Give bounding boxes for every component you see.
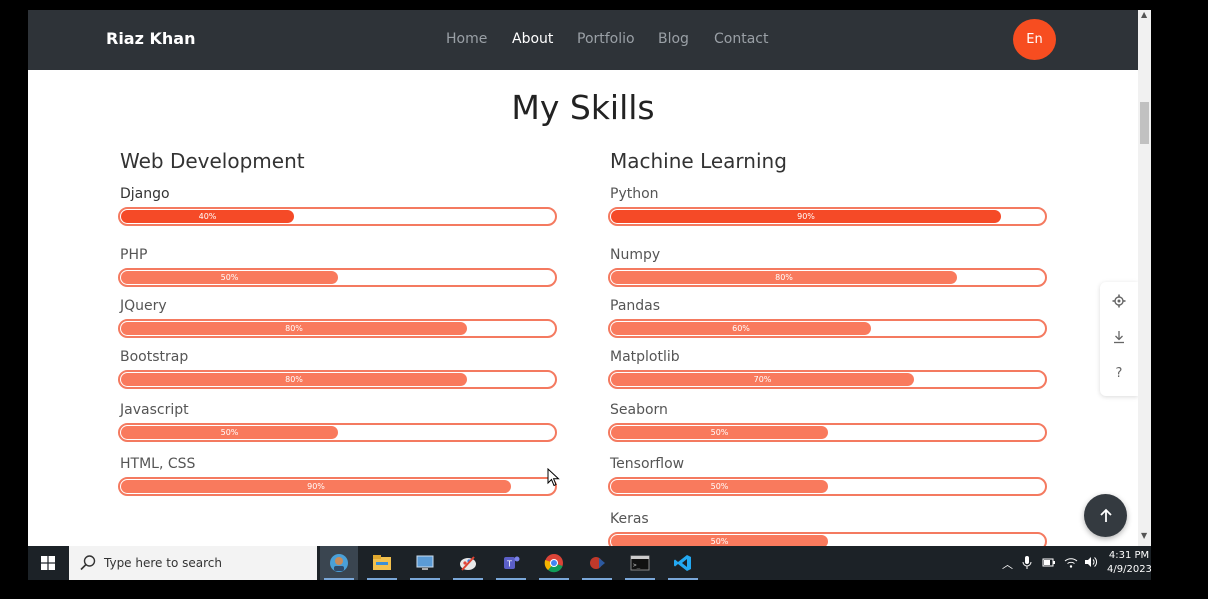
- svg-text:>_: >_: [633, 562, 641, 569]
- taskbar-app-cortana[interactable]: [320, 546, 358, 580]
- battery-icon[interactable]: [1042, 556, 1056, 571]
- taskbar-app-file-explorer[interactable]: [363, 546, 401, 580]
- scrollbar-thumb[interactable]: [1140, 102, 1149, 144]
- skill-percent-label: 50%: [710, 537, 729, 546]
- taskbar-app-teams[interactable]: T: [492, 546, 530, 580]
- remote-desktop-icon: [416, 555, 434, 570]
- nav-link-home[interactable]: Home: [446, 31, 487, 47]
- skill-label: Numpy: [610, 247, 661, 263]
- column-title-machine-learning: Machine Learning: [610, 149, 787, 173]
- skill-label: Python: [610, 186, 659, 202]
- taskbar-search[interactable]: Type here to search: [69, 546, 317, 580]
- volume-icon[interactable]: [1084, 556, 1098, 571]
- skill-progress-bar: 70%: [608, 370, 1047, 389]
- vscode-icon: [674, 555, 691, 571]
- skill-percent-label: 70%: [753, 375, 772, 384]
- start-button[interactable]: [28, 546, 68, 580]
- skill-percent-label: 50%: [220, 273, 239, 282]
- skill-label: Tensorflow: [610, 456, 685, 472]
- terminal-icon: >_: [630, 555, 650, 571]
- nav-link-blog[interactable]: Blog: [658, 31, 689, 47]
- paint-icon: [460, 556, 476, 571]
- skill-percent-label: 50%: [710, 482, 729, 491]
- windows-icon: [41, 556, 55, 570]
- skill-progress-bar: 50%: [608, 423, 1047, 442]
- taskbar-app-paint[interactable]: [449, 546, 487, 580]
- skill-progress-bar: 90%: [608, 207, 1047, 226]
- skill-label: Javascript: [120, 402, 189, 418]
- skill-progress-bar: 50%: [118, 423, 557, 442]
- skill-label: HTML, CSS: [120, 456, 196, 472]
- skill-label: PHP: [120, 247, 148, 263]
- scroll-down-arrow[interactable]: ▼: [1141, 531, 1147, 540]
- clock-date: 4/9/2023: [1107, 564, 1152, 575]
- skill-progress-bar: 90%: [118, 477, 557, 496]
- skill-percent-label: 90%: [307, 482, 325, 491]
- skill-progress-bar: 40%: [118, 207, 557, 226]
- skill-progress-bar: 50%: [608, 532, 1047, 546]
- skill-progress-bar: 60%: [608, 319, 1047, 338]
- svg-text:T: T: [506, 560, 512, 569]
- cortana-icon: [330, 554, 348, 572]
- skill-progress-bar: 50%: [608, 477, 1047, 496]
- chevron-up-icon[interactable]: ︿: [1002, 556, 1013, 572]
- taskbar-app-remote-desktop[interactable]: [406, 546, 444, 580]
- skill-label: Pandas: [610, 298, 661, 314]
- skill-label: Keras: [610, 511, 649, 527]
- wifi-icon[interactable]: [1064, 556, 1078, 571]
- skill-percent-label: 90%: [797, 212, 815, 221]
- back-to-top-button[interactable]: [1084, 494, 1127, 537]
- navbar: Riaz Khan Home About Portfolio Blog Cont…: [28, 10, 1138, 70]
- skill-label: Matplotlib: [610, 349, 680, 365]
- skill-percent-label: 50%: [220, 428, 239, 437]
- search-icon: [80, 555, 96, 571]
- side-panel: ?: [1100, 282, 1138, 396]
- nav-link-portfolio[interactable]: Portfolio: [577, 31, 635, 47]
- column-title-web-development: Web Development: [120, 149, 305, 173]
- skill-percent-label: 60%: [732, 324, 750, 333]
- clock-time: 4:31 PM: [1108, 550, 1150, 561]
- browser-viewport: Riaz Khan Home About Portfolio Blog Cont…: [28, 10, 1151, 546]
- nav-link-about[interactable]: About: [512, 31, 553, 47]
- microphone-icon[interactable]: [1022, 556, 1032, 572]
- scrollbar[interactable]: [1138, 10, 1151, 546]
- skill-label: Django: [120, 186, 170, 202]
- taskbar-app-terminal[interactable]: >_: [621, 546, 659, 580]
- skill-label: JQuery: [120, 298, 167, 314]
- page-title: My Skills: [511, 88, 655, 127]
- skill-percent-label: 80%: [285, 375, 303, 384]
- skill-progress-bar: 80%: [118, 319, 557, 338]
- skill-percent-label: 40%: [198, 212, 217, 221]
- skill-progress-bar: 80%: [118, 370, 557, 389]
- mouse-cursor-icon: [547, 468, 560, 487]
- skill-progress-bar: 80%: [608, 268, 1047, 287]
- help-icon[interactable]: ?: [1111, 366, 1127, 382]
- arrow-up-icon: [1099, 508, 1112, 522]
- taskbar-app-chrome[interactable]: [535, 546, 573, 580]
- taskbar-clock[interactable]: 4:31 PM 4/9/2023: [1107, 549, 1152, 577]
- search-placeholder: Type here to search: [104, 556, 222, 570]
- taskbar-app-vscode[interactable]: [664, 546, 702, 580]
- download-icon[interactable]: [1111, 330, 1127, 346]
- file-explorer-icon: [373, 555, 391, 570]
- teams-icon: T: [504, 556, 520, 569]
- skill-progress-bar: 50%: [118, 268, 557, 287]
- chrome-icon: [544, 554, 563, 573]
- skill-percent-label: 50%: [710, 428, 729, 437]
- gear-icon[interactable]: [1111, 294, 1127, 310]
- skill-label: Seaborn: [610, 402, 668, 418]
- nav-link-contact[interactable]: Contact: [714, 31, 768, 47]
- taskbar: Type here to search T >_ ︿ 4:31 PM 4/9/2…: [28, 546, 1152, 580]
- skill-label: Bootstrap: [120, 349, 189, 365]
- taskbar-app-generic[interactable]: [578, 546, 616, 580]
- skill-percent-label: 80%: [285, 324, 303, 333]
- language-button[interactable]: En: [1013, 19, 1056, 60]
- brand-logo[interactable]: Riaz Khan: [106, 29, 195, 48]
- app-icon: [590, 557, 605, 569]
- skill-percent-label: 80%: [775, 273, 793, 282]
- scroll-up-arrow[interactable]: ▲: [1141, 10, 1147, 19]
